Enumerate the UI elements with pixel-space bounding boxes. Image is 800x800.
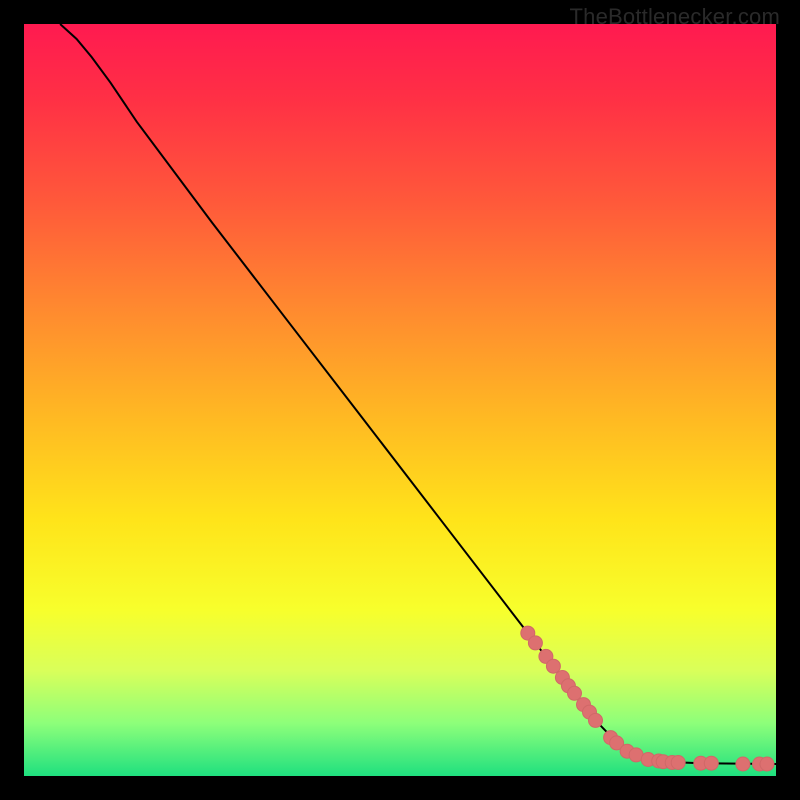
chart-svg	[24, 24, 776, 776]
chart-frame: TheBottlenecker.com	[0, 0, 800, 800]
curve-marker	[528, 636, 542, 650]
curve-marker	[760, 757, 774, 771]
bottleneck-curve	[60, 24, 776, 764]
curve-marker	[546, 659, 560, 673]
curve-marker	[568, 686, 582, 700]
curve-marker	[736, 757, 750, 771]
plot-area	[24, 24, 776, 776]
watermark-text: TheBottlenecker.com	[570, 4, 780, 30]
curve-markers	[521, 626, 774, 771]
curve-marker	[671, 756, 685, 770]
curve-marker	[589, 713, 603, 727]
curve-marker	[704, 756, 718, 770]
